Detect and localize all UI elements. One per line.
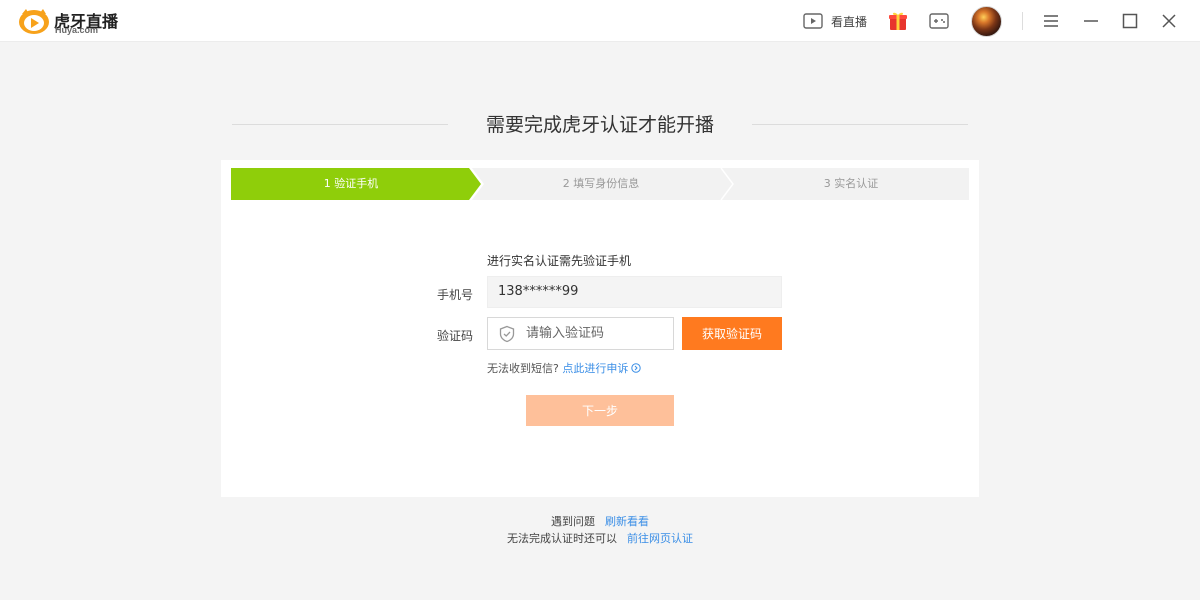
step-2-label: 2 填写身份信息 — [562, 177, 640, 190]
user-avatar[interactable] — [971, 6, 1002, 37]
phone-label: 手机号 — [436, 288, 473, 302]
form-intro: 进行实名认证需先验证手机 — [487, 254, 632, 268]
gamepad-icon[interactable] — [928, 10, 950, 32]
sms-help: 无法收到短信? 点此进行申诉 — [487, 360, 642, 376]
appeal-link-label: 点此进行申诉 — [562, 362, 629, 375]
sms-help-text: 无法收到短信? — [487, 362, 559, 375]
web-verify-link[interactable]: 前往网页认证 — [627, 532, 693, 545]
huya-logo[interactable]: 虎牙直播 Huya.com — [18, 7, 128, 35]
problem-text: 遇到问题 — [551, 515, 595, 528]
footer-help: 遇到问题 刷新看看 — [0, 513, 1200, 529]
step-3-label: 3 实名认证 — [823, 177, 879, 190]
title-bar: 虎牙直播 Huya.com 看直播 — [0, 0, 1200, 42]
step-progress: 1 验证手机 2 填写身份信息 3 实名认证 — [231, 168, 969, 200]
brand-domain: Huya.com — [55, 25, 99, 35]
next-step-button[interactable]: 下一步 — [526, 395, 674, 426]
close-icon[interactable] — [1159, 11, 1179, 31]
step-1-label: 1 验证手机 — [323, 177, 379, 190]
titlebar-divider — [1022, 12, 1023, 30]
arrow-circle-right-icon — [631, 363, 642, 373]
video-play-icon — [803, 13, 823, 29]
appeal-link[interactable]: 点此进行申诉 — [562, 362, 642, 375]
watch-live-label: 看直播 — [831, 14, 868, 29]
fallback-text: 无法完成认证时还可以 — [507, 532, 617, 545]
phone-field: 138******99 — [487, 276, 782, 308]
code-field-wrapper[interactable] — [487, 317, 674, 350]
minimize-icon[interactable] — [1081, 11, 1101, 31]
maximize-icon[interactable] — [1120, 11, 1140, 31]
footer-fallback: 无法完成认证时还可以 前往网页认证 — [0, 530, 1200, 546]
menu-icon[interactable] — [1041, 11, 1061, 31]
page-title: 需要完成虎牙认证才能开播 — [485, 114, 714, 136]
refresh-link[interactable]: 刷新看看 — [605, 515, 649, 528]
verification-card: 1 验证手机 2 填写身份信息 3 实名认证 进行实名认证需先验证手机 手机号 … — [221, 160, 979, 497]
code-input[interactable] — [526, 318, 672, 349]
gift-icon[interactable] — [887, 10, 909, 32]
heading-divider-left — [232, 124, 448, 125]
shield-check-icon — [499, 325, 515, 343]
watch-live-button[interactable]: 看直播 — [803, 11, 867, 31]
huya-logo-icon — [19, 9, 49, 34]
get-code-button[interactable]: 获取验证码 — [682, 317, 782, 350]
code-label: 验证码 — [436, 329, 473, 343]
heading-divider-right — [752, 124, 968, 125]
